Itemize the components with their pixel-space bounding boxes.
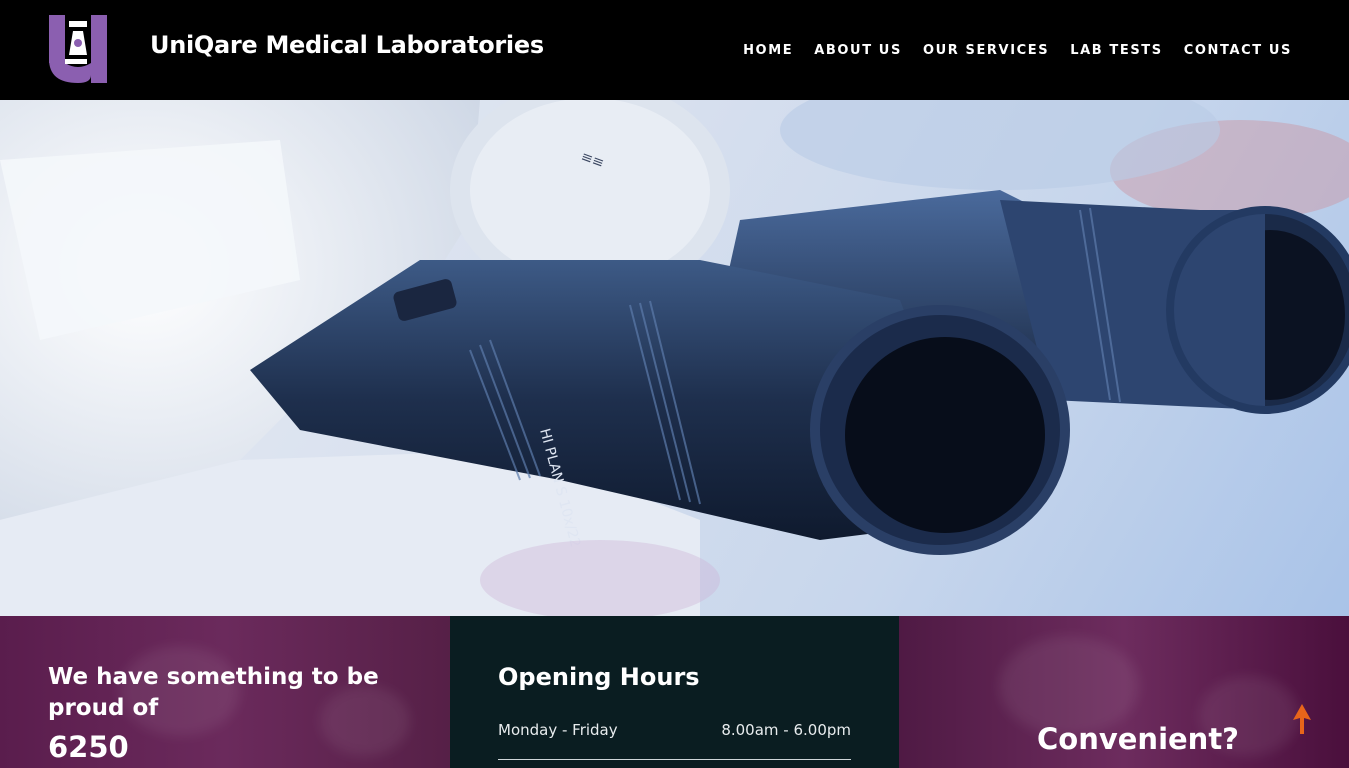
arrow-up-icon[interactable] (1292, 704, 1312, 734)
hours-time: 8.00am - 6.00pm (721, 721, 851, 739)
hours-day: Monday - Friday (498, 721, 618, 739)
stats-count: 6250 (48, 730, 129, 764)
nav-our-services[interactable]: OUR SERVICES (923, 43, 1049, 58)
nav-home[interactable]: HOME (743, 43, 793, 58)
opening-hours-panel: Opening Hours Monday - Friday 8.00am - 6… (450, 616, 899, 768)
cta-panel: Convenient? (899, 616, 1349, 768)
microscope-image: ≡≡ HI PLAN S 10x/22 (0, 100, 1349, 616)
hero-image: ≡≡ HI PLAN S 10x/22 (0, 100, 1349, 616)
hours-row: Monday - Friday 8.00am - 6.00pm (498, 721, 851, 739)
site-brand[interactable]: UniQare Medical Laboratories (150, 31, 544, 59)
hours-divider (498, 759, 851, 760)
logo-icon[interactable] (47, 15, 109, 85)
main-nav: HOME ABOUT US OUR SERVICES LAB TESTS CON… (743, 43, 1292, 58)
panel-bokeh (999, 636, 1139, 736)
nav-about-us[interactable]: ABOUT US (814, 43, 902, 58)
opening-hours-title: Opening Hours (498, 663, 700, 691)
cta-question: Convenient? (1037, 722, 1240, 756)
nav-lab-tests[interactable]: LAB TESTS (1070, 43, 1163, 58)
site-header: UniQare Medical Laboratories HOME ABOUT … (0, 0, 1349, 100)
nav-contact-us[interactable]: CONTACT US (1184, 43, 1292, 58)
stats-panel: We have something to be proud of 6250 (0, 616, 450, 768)
stats-headline: We have something to be proud of (48, 664, 379, 721)
